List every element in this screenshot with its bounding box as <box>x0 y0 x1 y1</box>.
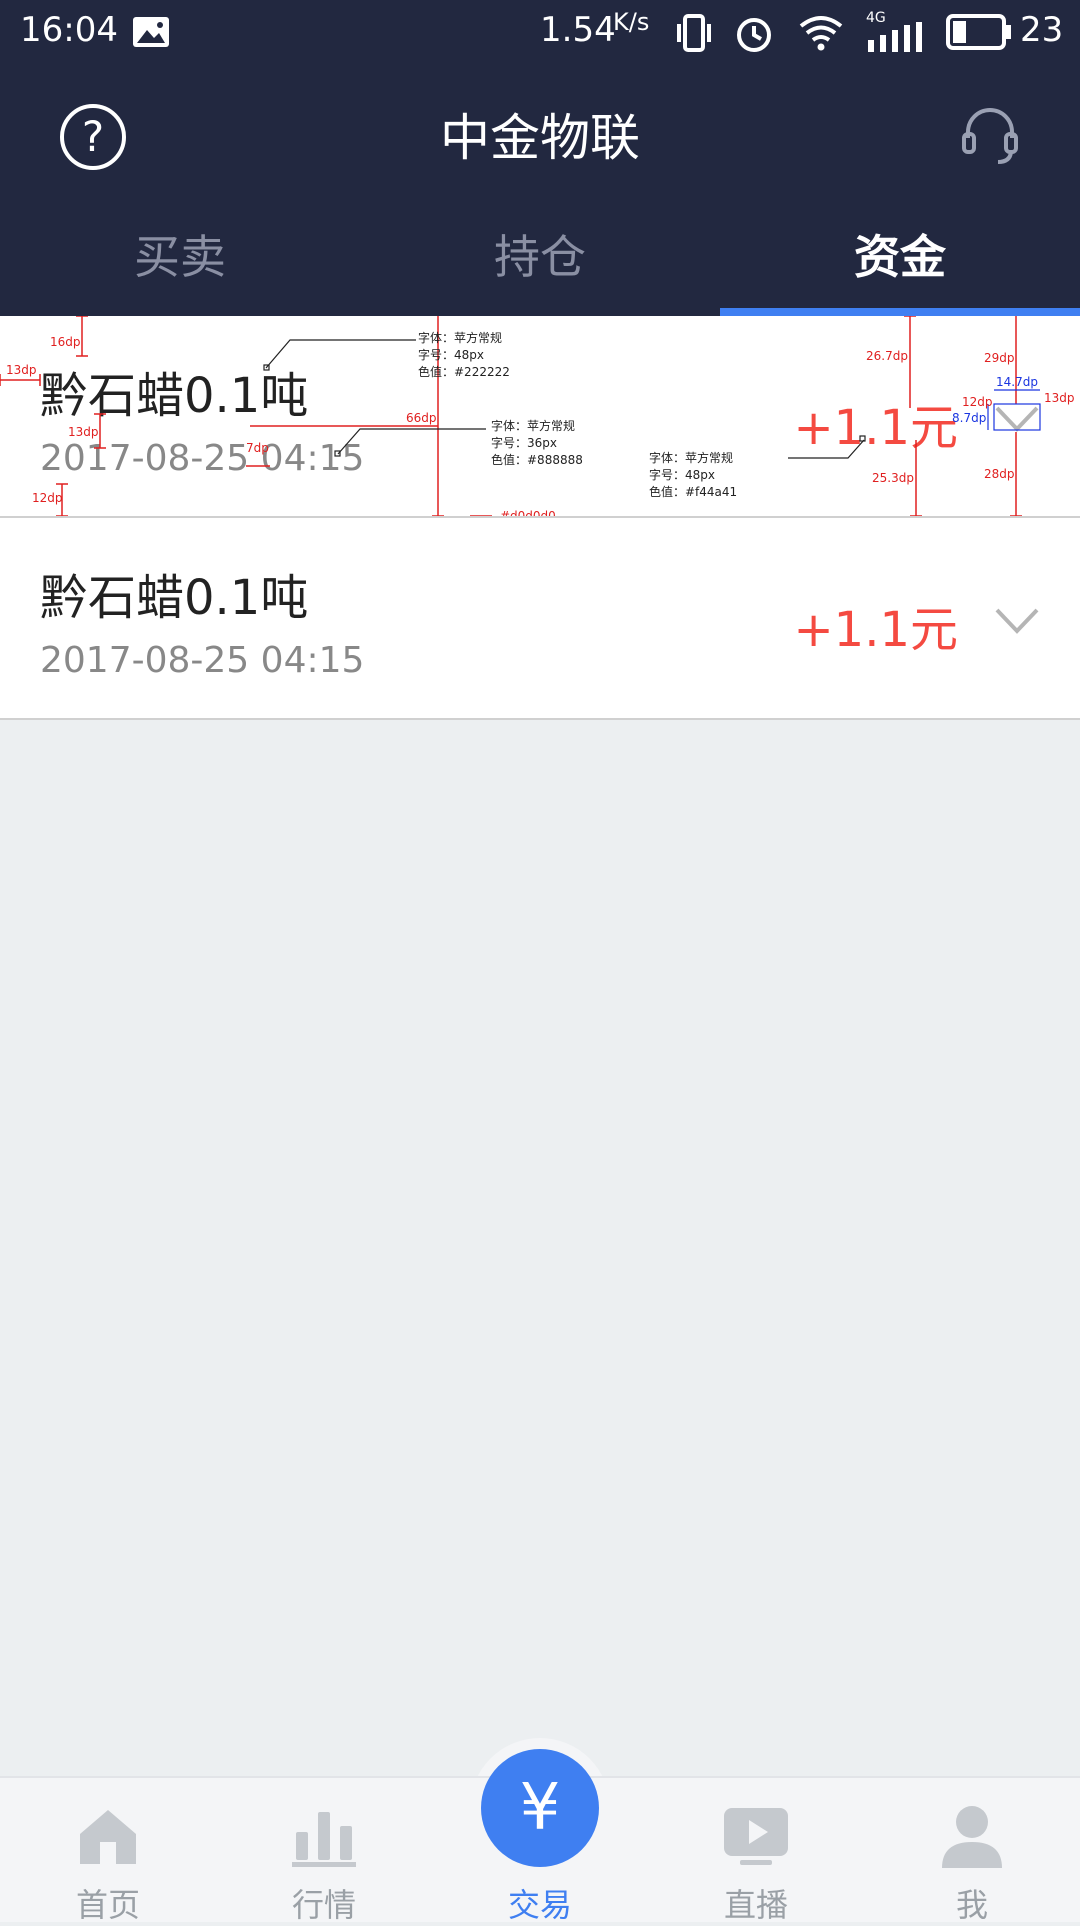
title-bar: ? 中金物联 <box>0 64 1080 194</box>
funds-list: 黔石蜡0.1吨 2017-08-25 04:15 +1.1元 16dp 13dp… <box>0 316 1080 720</box>
annot-divider-color: #d0d0d0 <box>500 509 556 516</box>
annot-spec-name-font: 字体：苹方常规 <box>418 330 502 345</box>
tab-positions[interactable]: 持仓 <box>360 194 720 316</box>
annot-left: 13dp <box>6 363 37 377</box>
chevron-down-icon[interactable] <box>994 404 1040 434</box>
vibrate-icon <box>677 14 711 52</box>
image-notification-icon <box>133 17 169 47</box>
annot-chev-gap: 12dp <box>962 395 993 409</box>
user-icon <box>942 1806 1002 1868</box>
annot-chev-top: 29dp <box>984 351 1015 365</box>
item-amount: +1.1元 <box>793 602 958 658</box>
annot-spec-amount-size: 字号：48px <box>649 467 715 482</box>
item-amount: +1.1元 <box>793 400 958 456</box>
tabbar-live[interactable]: 直播 <box>648 1778 864 1924</box>
chevron-down-icon[interactable] <box>994 606 1040 636</box>
tab-funds[interactable]: 资金 <box>720 194 1080 316</box>
yen-icon[interactable]: ¥ <box>481 1749 599 1867</box>
tabbar-label: 首页 <box>75 1886 140 1924</box>
status-time: 16:04 <box>20 10 118 50</box>
app-header: 16:04 1.54 K/s 4G 23 ? 中金物联 买卖 持仓 资金 <box>0 0 1080 316</box>
annot-top: 16dp <box>50 335 81 349</box>
annot-spec-name-size: 字号：48px <box>418 347 484 362</box>
annot-spec-amount-font: 字体：苹方常规 <box>649 450 733 465</box>
list-item[interactable]: 黔石蜡0.1吨 2017-08-25 04:15 +1.1元 <box>0 518 1080 720</box>
tab-indicator <box>720 308 1080 316</box>
item-date: 2017-08-25 04:15 <box>40 640 365 681</box>
tabbar-home[interactable]: 首页 <box>0 1778 216 1924</box>
tabbar-me[interactable]: 我 <box>864 1778 1080 1924</box>
annot-chev-bottom: 28dp <box>984 467 1015 481</box>
annot-name-offset: 66dp <box>406 411 437 425</box>
annot-amt-bottom: 25.3dp <box>872 471 914 485</box>
item-name: 黔石蜡0.1吨 <box>40 570 309 626</box>
tabbar-label: 直播 <box>723 1886 788 1924</box>
net-speed-unit: K/s <box>613 8 650 36</box>
tabbar-label: 行情 <box>291 1886 356 1924</box>
battery-icon <box>946 14 1011 50</box>
annot-amt-top: 26.7dp <box>866 349 908 363</box>
chart-bars-icon <box>292 1812 356 1867</box>
signal-icon <box>868 22 922 52</box>
list-item[interactable]: 黔石蜡0.1吨 2017-08-25 04:15 +1.1元 <box>0 316 1080 518</box>
annot-spec-date-color: 色值：#888888 <box>491 452 583 467</box>
battery-level: 23 <box>1020 10 1064 50</box>
page-title: 中金物联 <box>440 109 640 167</box>
alarm-icon <box>737 18 771 52</box>
tabbar-market[interactable]: 行情 <box>216 1778 432 1924</box>
item-date: 2017-08-25 04:15 <box>40 438 365 479</box>
annot-spec-name-color: 色值：#222222 <box>418 364 510 379</box>
annot-chev-right: 13dp <box>1044 391 1075 405</box>
tab-buy-sell[interactable]: 买卖 <box>0 194 360 316</box>
segment-tabs: 买卖 持仓 资金 <box>0 194 1080 316</box>
tabbar-label: 交易 <box>507 1886 572 1924</box>
annot-spec-amount-color: 色值：#f44a41 <box>649 484 737 499</box>
annot-gap: 13dp <box>68 425 99 439</box>
tabbar-label: 我 <box>955 1886 988 1924</box>
annot-chev-width: 14.7dp <box>996 375 1038 389</box>
net-speed: 1.54 <box>540 10 616 50</box>
home-icon <box>80 1810 136 1864</box>
status-bar: 16:04 1.54 K/s 4G 23 <box>0 0 1080 64</box>
annot-bottom: 12dp <box>32 491 63 505</box>
play-icon <box>724 1808 788 1865</box>
annot-spec-date-font: 字体：苹方常规 <box>491 418 575 433</box>
wifi-icon <box>799 16 843 51</box>
headset-icon[interactable] <box>960 104 1020 168</box>
annot-spec-date-size: 字号：36px <box>491 435 557 450</box>
item-name: 黔石蜡0.1吨 <box>40 368 309 424</box>
